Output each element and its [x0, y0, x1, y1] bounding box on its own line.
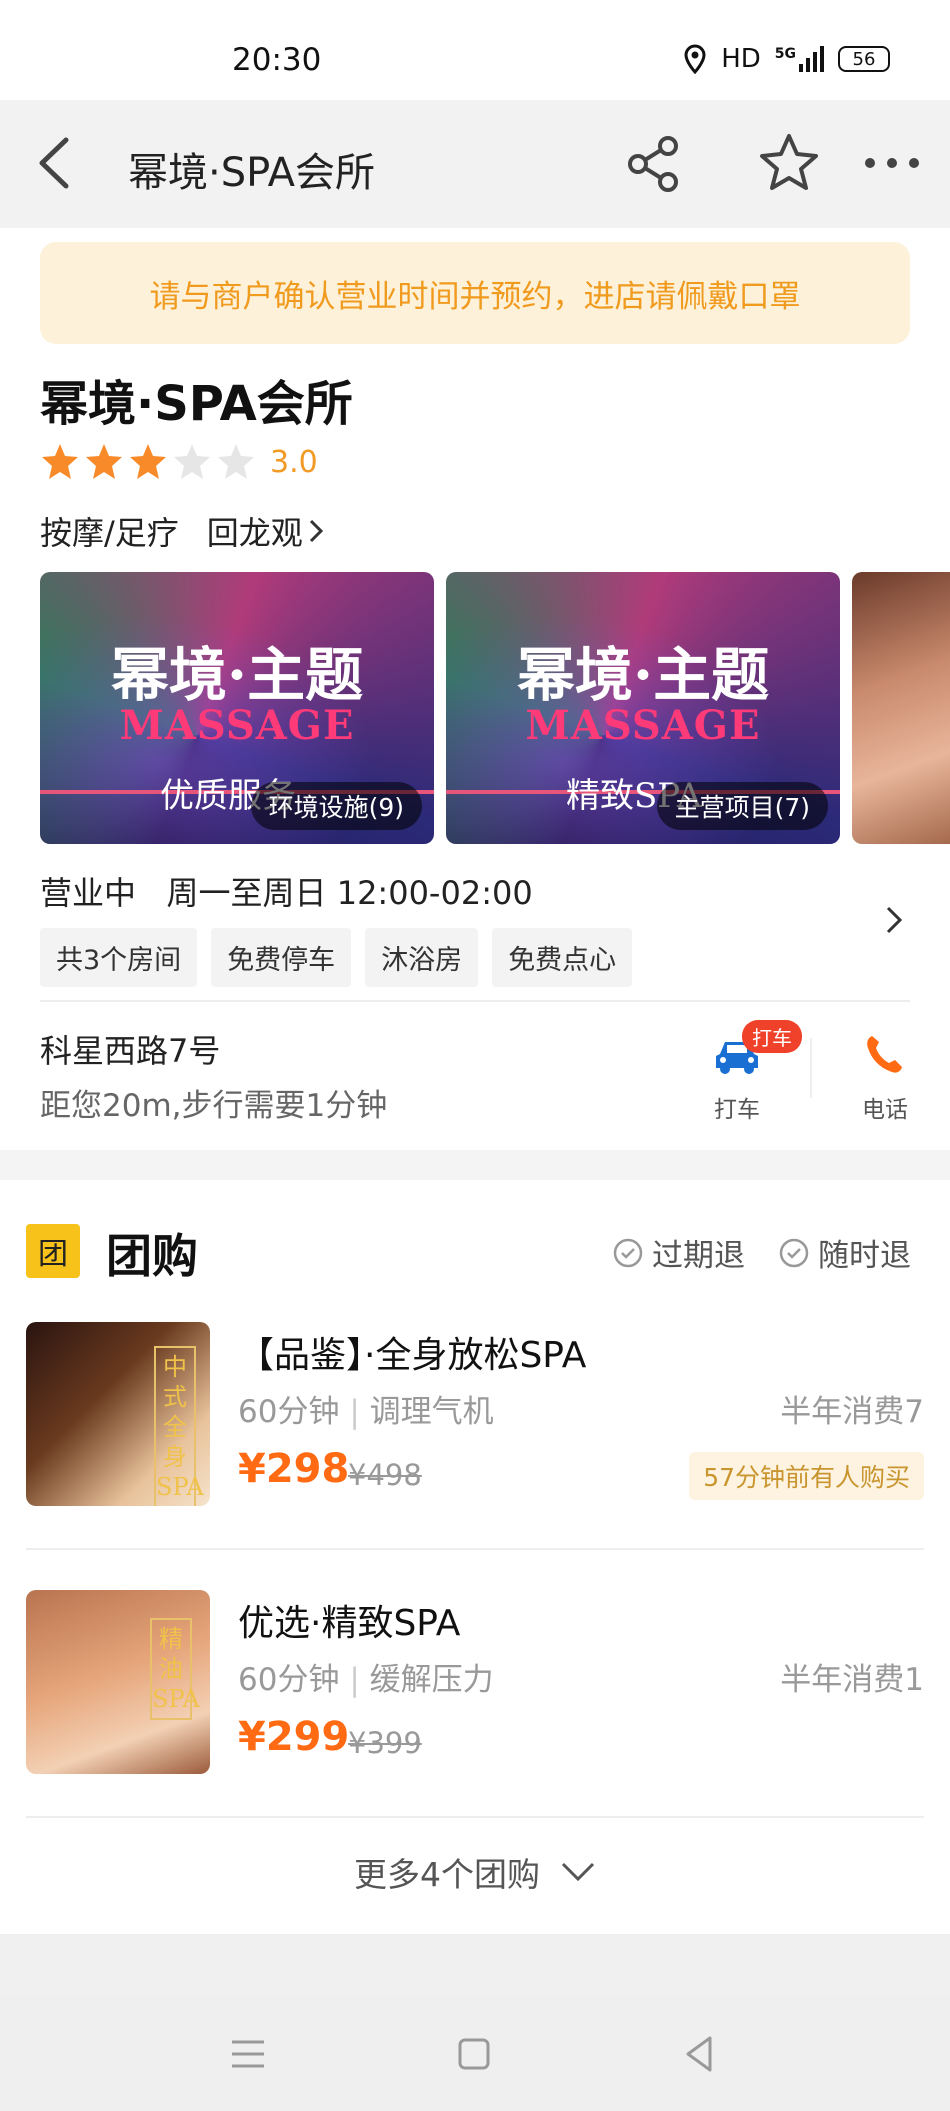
- deal-duration: 60分钟: [238, 1394, 340, 1430]
- more-icon[interactable]: [862, 150, 922, 176]
- signal-icon: 5G: [775, 46, 824, 72]
- deal-thumbnail: 中式全身SPA: [26, 1322, 210, 1506]
- address[interactable]: 科星西路7号: [40, 1026, 220, 1072]
- area-label: 回龙观: [206, 514, 303, 552]
- shop-name: 幂境·SPA会所: [40, 376, 353, 432]
- deal-effect: 调理气机: [369, 1394, 494, 1430]
- photo-subtitle: MASSAGE: [119, 702, 355, 749]
- top-nav-bar: 幂境·SPA会所: [0, 100, 950, 228]
- category-row: 按摩/足疗 回龙观: [40, 508, 325, 554]
- system-nav-bar: [0, 1994, 950, 2111]
- shop-info-section: 请与商户确认营业时间并预约，进店请佩戴口罩 幂境·SPA会所 3.0 按摩/足疗…: [0, 228, 950, 1150]
- phone-icon: [867, 1036, 902, 1073]
- hours-text: 周一至周日 12:00-02:00: [166, 874, 533, 912]
- status-bar: 20:30 HD 5G 56: [0, 0, 950, 100]
- photo-title: 幂境·主题: [110, 641, 364, 709]
- network-type: 5G: [774, 46, 796, 62]
- photo-environment[interactable]: 幂境·主题 MASSAGE 优质服务 环境设施(9): [40, 572, 434, 844]
- divider: [40, 1000, 910, 1002]
- deal-effect: 缓解压力: [369, 1662, 494, 1698]
- thumbnail-caption: 精油SPA: [150, 1618, 200, 1720]
- photo-massage-preview[interactable]: [852, 572, 950, 844]
- refund-anytime-label: 随时退: [818, 1238, 911, 1274]
- more-deals-label: 更多4个团购: [354, 1855, 540, 1894]
- location-icon: [684, 44, 706, 74]
- divider: [26, 1816, 924, 1818]
- chevron-right-icon[interactable]: [880, 902, 910, 938]
- star-icon-empty: [218, 444, 254, 479]
- star-icon-empty: [174, 444, 210, 479]
- facility-tag: 沐浴房: [365, 928, 479, 987]
- deal-item[interactable]: 精油SPA 优选·精致SPA 60分钟 | 缓解压力 半年消费1 ¥299 ¥3…: [26, 1590, 924, 1790]
- deal-item[interactable]: 中式全身SPA 【品鉴】·全身放松SPA 60分钟 | 调理气机 半年消费7 ¥…: [26, 1322, 924, 1522]
- photo-subtitle: MASSAGE: [525, 702, 761, 749]
- check-circle-icon: [779, 1238, 809, 1267]
- battery-icon: 56: [838, 46, 890, 72]
- taxi-label: 打车: [714, 1097, 760, 1123]
- divider: [810, 1038, 812, 1098]
- favorite-star-icon[interactable]: [758, 132, 820, 194]
- deal-original-price: ¥399: [348, 1726, 422, 1760]
- business-hours: 营业中 周一至周日 12:00-02:00: [40, 868, 533, 914]
- phone-label: 电话: [862, 1097, 908, 1123]
- facility-tag: 共3个房间: [40, 928, 198, 987]
- refund-anytime: 随时退: [778, 1230, 911, 1275]
- deal-name: 优选·精致SPA: [238, 1603, 461, 1644]
- photo-main-services[interactable]: 幂境·主题 MASSAGE 精致SPA 主营项目(7): [446, 572, 840, 844]
- open-status: 营业中: [40, 874, 137, 912]
- check-circle-icon: [613, 1238, 643, 1267]
- facility-tag: 免费点心: [492, 928, 633, 987]
- recent-purchase-badge: 57分钟前有人购买: [689, 1452, 924, 1500]
- refund-expired-label: 过期退: [652, 1238, 745, 1274]
- star-icon-filled: [42, 444, 78, 479]
- hd-indicator: HD: [721, 44, 761, 74]
- deal-name: 【品鉴】·全身放松SPA: [238, 1335, 587, 1376]
- photo-count-label: 主营项目(7): [656, 782, 828, 830]
- photo-title: 幂境·主题: [516, 641, 770, 709]
- more-deals-button[interactable]: 更多4个团购: [0, 1848, 950, 1896]
- star-icon-filled: [86, 444, 122, 479]
- deal-meta: 60分钟 | 调理气机: [238, 1394, 494, 1430]
- category-label: 按摩/足疗: [40, 514, 179, 552]
- notice-banner: 请与商户确认营业时间并预约，进店请佩戴口罩: [40, 242, 910, 344]
- deal-price: ¥298: [238, 1446, 350, 1492]
- group-badge: 团: [26, 1224, 80, 1278]
- deal-meta: 60分钟 | 缓解压力: [238, 1662, 494, 1698]
- home-icon[interactable]: [450, 2030, 498, 2078]
- facility-tag: 免费停车: [211, 928, 352, 987]
- share-icon[interactable]: [624, 134, 684, 194]
- status-icons: HD 5G 56: [683, 44, 890, 74]
- deal-sales: 半年消费1: [780, 1662, 924, 1698]
- back-icon[interactable]: [28, 130, 88, 196]
- group-buy-section: 团 团购 过期退 随时退 中式全身SPA 【品鉴】·全身放松SPA 60分钟 |…: [0, 1180, 950, 1934]
- deal-thumbnail: 精油SPA: [26, 1590, 210, 1774]
- rating-row: 3.0: [40, 442, 318, 482]
- back-nav-icon[interactable]: [676, 2030, 724, 2078]
- rating-value: 3.0: [270, 444, 318, 480]
- taxi-badge: 打车: [742, 1020, 802, 1053]
- section-gap: [0, 1934, 950, 1994]
- deal-original-price: ¥498: [348, 1458, 422, 1492]
- menu-icon[interactable]: [224, 2030, 272, 2078]
- deal-duration: 60分钟: [238, 1662, 340, 1698]
- thumbnail-caption: 中式全身SPA: [154, 1346, 204, 1506]
- star-icon-filled: [130, 444, 166, 479]
- deal-price: ¥299: [238, 1714, 350, 1760]
- chevron-right-icon: [309, 519, 323, 543]
- distance-text: 距您20m,步行需要1分钟: [40, 1088, 388, 1124]
- photo-count-label: 环境设施(9): [250, 782, 422, 830]
- status-time: 20:30: [232, 42, 322, 78]
- group-title: 团购: [106, 1229, 198, 1283]
- facility-tags: 共3个房间 免费停车 沐浴房 免费点心: [40, 928, 633, 987]
- divider: [26, 1548, 924, 1550]
- area-link[interactable]: 回龙观: [207, 508, 325, 554]
- deal-sales: 半年消费7: [780, 1394, 924, 1430]
- page-title: 幂境·SPA会所: [128, 150, 376, 196]
- refund-expired: 过期退: [612, 1230, 745, 1275]
- chevron-down-icon: [561, 1862, 595, 1882]
